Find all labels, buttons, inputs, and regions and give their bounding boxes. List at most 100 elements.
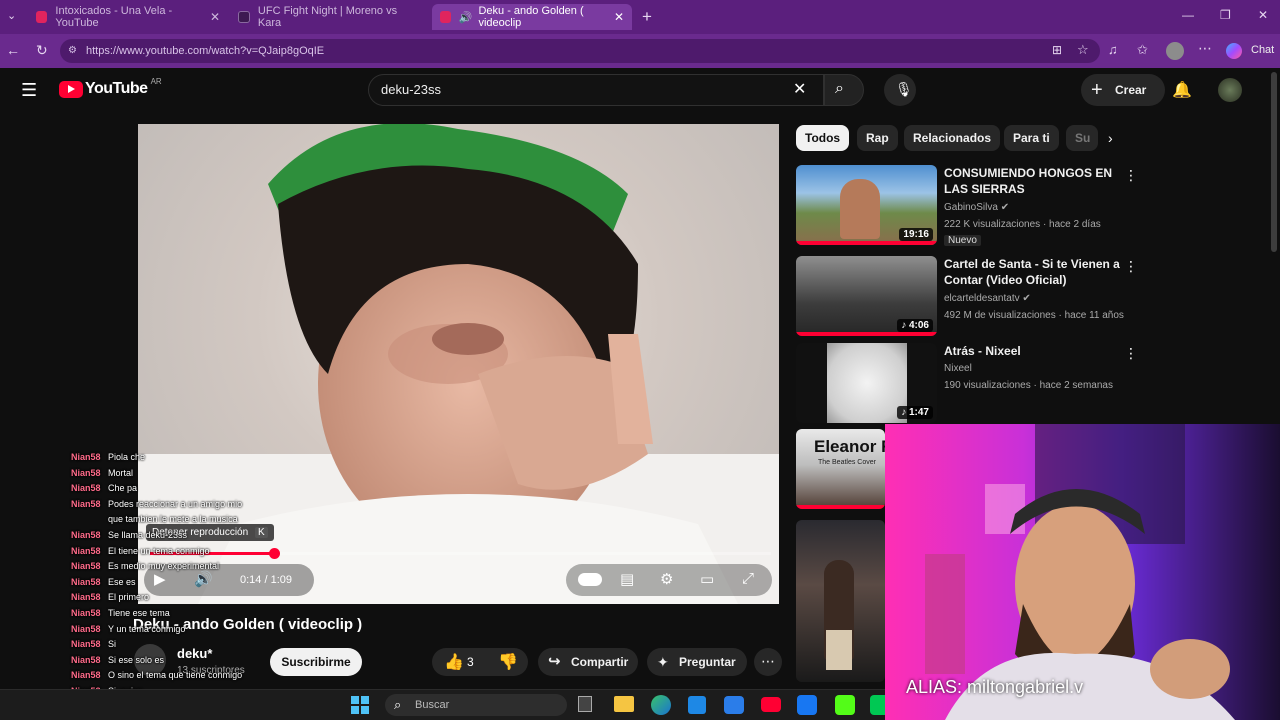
windows-start-icon[interactable] xyxy=(351,696,369,714)
recommendation-title[interactable]: Cartel de Santa - Si te Vienen a Contar … xyxy=(944,256,1124,288)
chat-username: Nian58 xyxy=(71,467,101,478)
tab-ufc[interactable]: UFC Fight Night | Moreno vs Kara xyxy=(230,4,430,30)
like-thumb-icon[interactable]: 👍 xyxy=(444,652,464,672)
facebook-icon[interactable] xyxy=(797,695,817,715)
maximize-icon[interactable]: ❐ xyxy=(1220,8,1231,22)
close-tab-icon[interactable]: ✕ xyxy=(210,10,220,24)
recommendation-channel[interactable]: elcarteldesantatv ✔ xyxy=(944,293,1031,304)
chip-para-ti[interactable]: Para ti xyxy=(1004,125,1059,151)
ask-button[interactable]: ✦ Preguntar xyxy=(647,648,747,676)
account-avatar[interactable] xyxy=(1218,78,1242,102)
more-options-icon[interactable]: ⋮ xyxy=(1124,167,1138,184)
more-menu-icon[interactable]: ⋯ xyxy=(1198,40,1212,57)
play-pause-icon[interactable]: ▶ xyxy=(154,570,166,588)
recommendation-item[interactable]: 19:16 CONSUMIENDO HONGOS EN LAS SIERRAS … xyxy=(796,165,1138,247)
autoplay-toggle[interactable] xyxy=(578,573,602,586)
more-actions-icon[interactable]: ⋯ xyxy=(754,648,782,676)
channel-name: GabinoSilva xyxy=(944,202,998,213)
chip-relacionados[interactable]: Relacionados xyxy=(904,125,1001,151)
video-thumbnail[interactable]: ♪ 4:06 xyxy=(796,256,937,336)
chip-rap[interactable]: Rap xyxy=(857,125,898,151)
recommendation-title[interactable]: CONSUMIENDO HONGOS EN LAS SIERRAS xyxy=(944,165,1124,197)
recommendation-item[interactable]: ♪ 1:47 Atrás - Nixeel Nixeel 190 visuali… xyxy=(796,343,1138,425)
region-code: AR xyxy=(150,76,162,86)
chat-text: El tiene un tema conmigo xyxy=(108,545,210,556)
file-explorer-icon[interactable] xyxy=(614,696,634,712)
chat-message: Nian58 Se llama deku-23ss xyxy=(71,529,187,541)
tab-intoxicados[interactable]: Intoxicados - Una Vela - YouTube ✕ xyxy=(28,4,228,30)
video-player[interactable]: Detener reproducción K ▶ 🔊 0:14 / 1:09 ▤… xyxy=(138,124,779,604)
tab-actions-chevron-icon[interactable]: ⌄ xyxy=(7,9,16,22)
audio-playing-icon[interactable]: 🔊 xyxy=(459,11,473,24)
close-tab-icon[interactable]: ✕ xyxy=(614,10,624,24)
youtube-logo[interactable]: YouTube AR xyxy=(59,76,162,98)
chat-button[interactable]: Chat xyxy=(1251,44,1274,56)
task-view-icon[interactable] xyxy=(578,696,592,712)
progress-track[interactable] xyxy=(150,552,771,555)
chat-message: Nian58 Si xyxy=(71,638,116,650)
favorite-star-icon[interactable]: ☆ xyxy=(1077,42,1089,58)
close-window-icon[interactable]: ✕ xyxy=(1258,8,1268,22)
video-thumbnail[interactable]: 19:16 xyxy=(796,165,937,245)
create-button[interactable]: + Crear xyxy=(1081,74,1165,106)
volume-icon[interactable]: 🔊 xyxy=(194,570,213,588)
thumbnail-text: Eleanor R xyxy=(814,437,885,456)
video-thumbnail[interactable] xyxy=(796,520,885,682)
microphone-icon: 🎙 xyxy=(895,81,913,97)
youtube-favicon-icon xyxy=(36,11,48,23)
taskbar-search[interactable]: ⌕ Buscar xyxy=(385,694,567,716)
taskbar-app-icon[interactable] xyxy=(870,695,885,715)
site-info-icon[interactable]: ⚙ xyxy=(68,39,77,63)
video-thumbnail[interactable]: ♪ 1:47 xyxy=(796,343,937,423)
store-icon[interactable] xyxy=(688,696,706,714)
url-input[interactable]: ⚙ https://www.youtube.com/watch?v=QJaip8… xyxy=(60,39,1100,63)
voice-search-button[interactable]: 🎙 xyxy=(884,74,916,106)
subtitles-icon[interactable]: ▤ xyxy=(620,570,634,588)
chat-text: Se llama deku-23ss xyxy=(108,530,188,540)
clear-search-icon[interactable]: ✕ xyxy=(793,75,806,105)
tab-deku[interactable]: 🔊 Deku - ando Golden ( videoclip ✕ xyxy=(432,4,632,30)
hamburger-menu-icon[interactable]: ☰ xyxy=(21,80,37,101)
app-available-icon[interactable]: ⊞ xyxy=(1052,43,1062,57)
subscribe-button[interactable]: Suscribirme xyxy=(270,648,362,676)
reload-icon[interactable]: ↻ xyxy=(36,42,48,59)
recommendation-channel[interactable]: Nixeel xyxy=(944,363,972,374)
more-options-icon[interactable]: ⋮ xyxy=(1124,345,1138,362)
recommendation-title[interactable]: Atrás - Nixeel xyxy=(944,343,1124,359)
search-button[interactable]: ⌕ xyxy=(824,74,864,106)
chat-text: El primero xyxy=(108,592,150,603)
mail-icon[interactable] xyxy=(724,696,744,714)
watched-progress-bar xyxy=(796,505,885,509)
copilot-icon[interactable] xyxy=(1226,43,1242,59)
recommendation-item[interactable]: ♪ 4:06 Cartel de Santa - Si te Vienen a … xyxy=(796,256,1138,338)
create-label: Crear xyxy=(1115,83,1147,97)
favorites-icon[interactable]: ✩ xyxy=(1137,42,1148,58)
recommendation-channel[interactable]: GabinoSilva ✔ xyxy=(944,202,1009,213)
settings-gear-icon[interactable]: ⚙ xyxy=(660,570,673,588)
notifications-bell-icon[interactable]: 🔔 xyxy=(1172,80,1192,100)
chip-todos[interactable]: Todos xyxy=(796,125,850,151)
chevron-right-icon[interactable]: › xyxy=(1108,130,1113,146)
minimize-icon[interactable]: — xyxy=(1182,8,1194,22)
search-input[interactable]: deku-23ss ✕ xyxy=(368,74,824,106)
page-scrollbar[interactable] xyxy=(1271,72,1277,252)
kick-icon[interactable] xyxy=(835,695,855,715)
theater-mode-icon[interactable]: ▭ xyxy=(700,570,714,588)
youtube-app-icon[interactable] xyxy=(761,697,781,712)
profile-avatar[interactable] xyxy=(1166,42,1184,60)
chip-su[interactable]: Su xyxy=(1066,125,1098,151)
channel-name[interactable]: deku* xyxy=(177,646,212,661)
dislike-thumb-icon[interactable]: 👎 xyxy=(498,652,518,672)
media-control-icon[interactable]: ♫ xyxy=(1108,42,1118,57)
chat-message: Nian58 Piola che xyxy=(71,451,145,463)
more-options-icon[interactable]: ⋮ xyxy=(1124,258,1138,275)
new-tab-button[interactable]: + xyxy=(642,7,652,27)
share-button[interactable]: ↪ Compartir xyxy=(538,648,638,676)
streamer-alias: ALIAS: miltongabriel.v xyxy=(906,677,1084,697)
duration-badge: ♪ 1:47 xyxy=(897,406,933,419)
video-thumbnail[interactable]: Eleanor R The Beatles Cover xyxy=(796,429,885,509)
edge-browser-icon[interactable] xyxy=(651,695,671,715)
back-icon[interactable]: ← xyxy=(6,42,20,58)
fullscreen-icon[interactable]: ⤢ xyxy=(742,570,754,587)
plus-icon: + xyxy=(1091,79,1103,101)
